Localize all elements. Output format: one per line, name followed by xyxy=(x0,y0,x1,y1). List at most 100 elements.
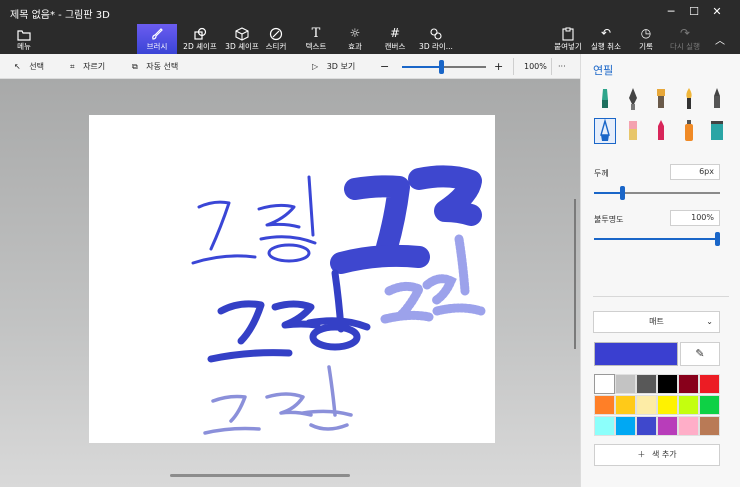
collapse-ribbon-button[interactable]: ︿ xyxy=(706,24,734,54)
tab-text[interactable]: T 텍스트 xyxy=(294,24,338,54)
thickness-field[interactable]: 6px xyxy=(670,164,720,180)
color-swatch[interactable] xyxy=(657,374,678,394)
crop-label: 자르기 xyxy=(83,62,106,71)
color-swatch[interactable] xyxy=(678,395,699,415)
tab-stickers[interactable]: 스티커 xyxy=(254,24,298,54)
drawing-canvas[interactable] xyxy=(89,115,495,443)
current-color[interactable] xyxy=(594,342,678,366)
opacity-slider[interactable] xyxy=(594,232,720,246)
workspace[interactable] xyxy=(0,79,580,487)
paste-button[interactable]: 붙여넣기 xyxy=(551,24,585,54)
folder-icon xyxy=(4,24,44,41)
history-button[interactable]: ◷ 기록 xyxy=(630,24,662,54)
marker-icon xyxy=(602,89,608,108)
color-swatch[interactable] xyxy=(636,395,657,415)
pencil-icon xyxy=(600,118,610,141)
zoom-slider[interactable] xyxy=(402,60,486,74)
marker-brush[interactable] xyxy=(594,86,616,112)
spray-can-brush[interactable] xyxy=(678,118,700,144)
tab-canvas-label: 캔버스 xyxy=(384,42,406,51)
zoom-out-button[interactable]: − xyxy=(380,54,389,79)
redo-label: 다시 실행 xyxy=(670,42,700,51)
fill-brush[interactable] xyxy=(706,118,728,144)
eraser-icon xyxy=(629,121,637,140)
watercolor-brush[interactable] xyxy=(678,86,700,112)
crop-icon: ⌗ xyxy=(70,62,75,71)
pixel-pen-icon xyxy=(714,88,720,108)
redo-button[interactable]: ↷ 다시 실행 xyxy=(667,24,703,54)
cursor-icon: ↖ xyxy=(14,62,21,71)
opacity-slider-thumb[interactable] xyxy=(715,232,720,246)
color-swatch[interactable] xyxy=(636,416,657,436)
color-swatch[interactable] xyxy=(699,395,720,415)
color-swatch[interactable] xyxy=(699,416,720,436)
undo-icon: ↶ xyxy=(600,26,612,40)
zoom-slider-fill xyxy=(402,66,441,68)
menu-button[interactable]: 메뉴 xyxy=(4,24,44,54)
color-swatch[interactable] xyxy=(657,416,678,436)
crop-button[interactable]: ⌗ 자르기 xyxy=(70,54,105,79)
pencil-brush[interactable] xyxy=(594,118,616,144)
magic-select-icon: ⧉ xyxy=(132,62,138,71)
color-swatch[interactable] xyxy=(615,395,636,415)
tab-3d-library-label: 3D 라이... xyxy=(419,42,453,51)
tab-effects-label: 효과 xyxy=(348,42,362,51)
close-button[interactable]: ✕ xyxy=(694,0,740,24)
chevron-down-icon: ⌄ xyxy=(706,317,713,326)
paste-label: 붙여넣기 xyxy=(554,42,582,51)
more-button[interactable]: ··· xyxy=(558,54,566,79)
zoom-slider-thumb[interactable] xyxy=(439,60,444,74)
color-swatch[interactable] xyxy=(636,374,657,394)
stroke-textured xyxy=(330,165,482,274)
add-color-button[interactable]: ＋ 색 추가 xyxy=(594,444,720,466)
color-swatch[interactable] xyxy=(699,374,720,394)
pixel-pen-brush[interactable] xyxy=(706,86,728,112)
color-swatch[interactable] xyxy=(615,416,636,436)
panel-title: 연필 xyxy=(593,64,614,77)
vertical-scrollbar[interactable] xyxy=(574,199,576,349)
color-swatch[interactable] xyxy=(594,395,615,415)
tab-canvas[interactable]: # 캔버스 xyxy=(373,24,417,54)
divider xyxy=(513,58,514,75)
history-icon: ◷ xyxy=(640,26,652,40)
thickness-slider-thumb[interactable] xyxy=(620,186,625,200)
canvas-icon: # xyxy=(389,26,401,40)
fill-icon xyxy=(711,121,723,140)
opacity-field[interactable]: 100% xyxy=(670,210,720,226)
title-bar: 제목 없음* - 그림판 3D ─ ☐ ✕ xyxy=(0,0,740,24)
view-3d-icon: ▷ xyxy=(312,62,319,71)
brush-icon xyxy=(137,24,177,40)
finish-dropdown[interactable]: 매트 ⌄ xyxy=(593,311,720,333)
3d-library-icon xyxy=(413,24,459,40)
color-swatch[interactable] xyxy=(657,395,678,415)
color-swatch[interactable] xyxy=(678,374,699,394)
undo-button[interactable]: ↶ 실행 취소 xyxy=(587,24,625,54)
zoom-in-button[interactable]: + xyxy=(494,54,503,79)
horizontal-scrollbar[interactable] xyxy=(170,474,350,477)
color-swatch[interactable] xyxy=(594,374,615,394)
tab-stickers-label: 스티커 xyxy=(265,42,287,51)
zoom-percent[interactable]: 100% xyxy=(524,54,547,79)
tab-3d-library[interactable]: 3D 라이... xyxy=(413,24,459,54)
tab-2d-shapes[interactable]: 2D 셰이프 xyxy=(178,24,222,54)
color-swatch[interactable] xyxy=(678,416,699,436)
eyedropper-button[interactable]: ✎ xyxy=(680,342,720,366)
stroke-thin xyxy=(191,175,317,265)
color-swatch[interactable] xyxy=(594,416,615,436)
calligraphy-pen-icon xyxy=(629,88,637,110)
tab-brushes[interactable]: 브러시 xyxy=(137,24,177,54)
color-swatch[interactable] xyxy=(615,374,636,394)
thickness-slider[interactable] xyxy=(594,186,720,200)
select-button[interactable]: ↖ 선택 xyxy=(14,54,44,79)
window-title: 제목 없음* - 그림판 3D xyxy=(10,10,110,21)
thickness-slider-fill xyxy=(594,192,622,194)
tab-effects[interactable]: ☼ 효과 xyxy=(333,24,377,54)
calligraphy-pen-brush[interactable] xyxy=(622,86,644,112)
magic-select-button[interactable]: ⧉ 자동 선택 xyxy=(132,54,178,79)
paste-icon xyxy=(551,24,585,41)
oil-brush[interactable] xyxy=(650,86,672,112)
view-3d-button[interactable]: ▷ 3D 보기 xyxy=(312,54,355,79)
crayon-brush[interactable] xyxy=(650,118,672,144)
eraser-brush[interactable] xyxy=(622,118,644,144)
stroke-pencil xyxy=(203,365,353,435)
